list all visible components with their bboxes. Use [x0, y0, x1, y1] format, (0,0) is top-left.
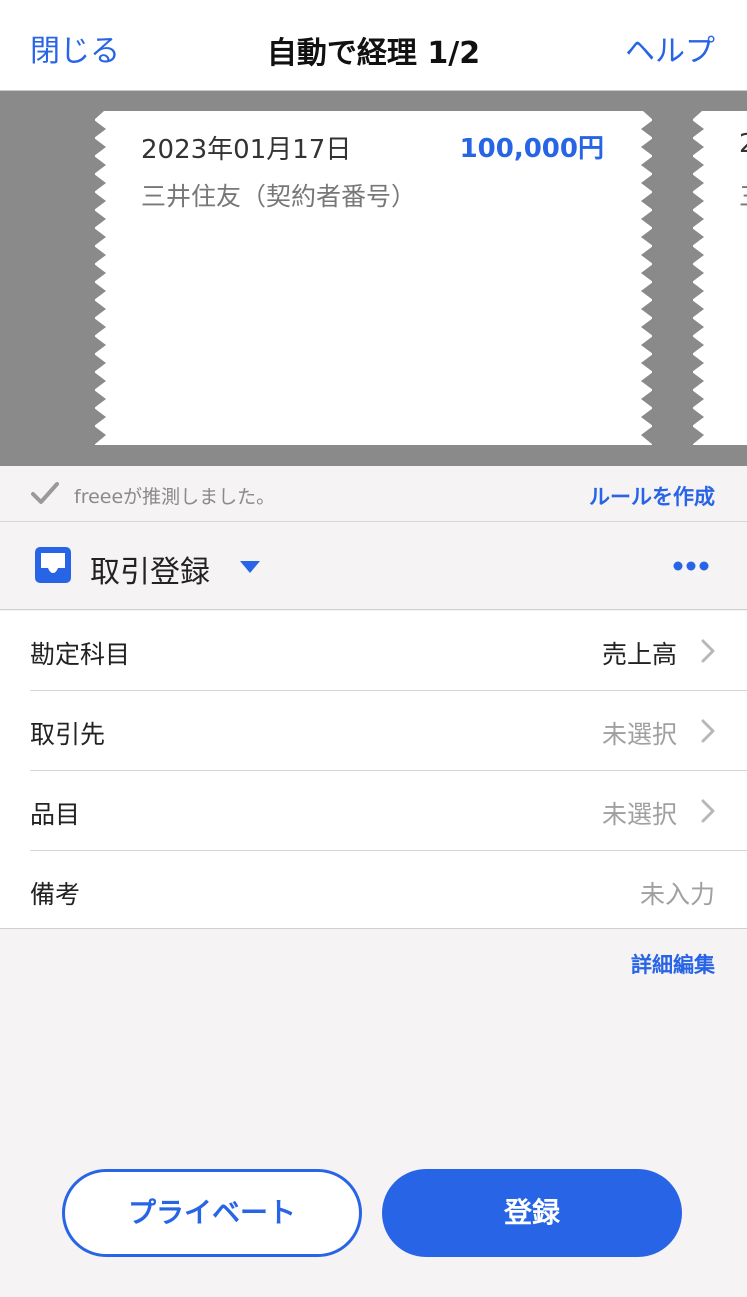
receipt-edge-left	[692, 111, 704, 445]
chevron-right-icon	[701, 799, 715, 823]
chevron-right-icon	[701, 639, 715, 663]
receipt-amount: 100,000円	[459, 134, 604, 164]
row-label: 勘定科目	[30, 640, 131, 669]
guess-text: freeeが推測しました。	[74, 486, 276, 508]
private-button[interactable]: プライベート	[62, 1169, 362, 1257]
receipt-edge-left	[94, 111, 106, 445]
transaction-form: 勘定科目 売上高 取引先 未選択 品目 未選択 備考 未入力	[0, 611, 747, 929]
guess-bar: freeeが推測しました。 ルールを作成	[0, 466, 747, 522]
receipt-carousel[interactable]: 2023年01月17日 100,000円 三井住友（契約者番号） 2 三	[0, 91, 747, 466]
register-button[interactable]: 登録	[382, 1169, 682, 1257]
receipt-card[interactable]: 2023年01月17日 100,000円 三井住友（契約者番号）	[94, 111, 653, 445]
help-button[interactable]: ヘルプ	[625, 26, 715, 70]
more-icon[interactable]	[672, 559, 710, 573]
partner-row[interactable]: 取引先 未選択	[0, 691, 747, 771]
receipt-next-description: 三	[739, 177, 747, 213]
row-value: 売上高	[601, 640, 677, 669]
memo-input[interactable]: 未入力	[640, 875, 715, 911]
row-value: 未選択	[601, 800, 677, 829]
inbox-icon	[35, 547, 71, 583]
caret-down-icon[interactable]	[240, 561, 260, 573]
memo-row[interactable]: 備考 未入力	[0, 851, 747, 931]
receipt-next-date: 2	[739, 129, 747, 159]
row-label: 取引先	[30, 720, 106, 749]
detail-edit-link[interactable]: 詳細編集	[631, 949, 715, 979]
item-row[interactable]: 品目 未選択	[0, 771, 747, 851]
create-rule-link[interactable]: ルールを作成	[589, 481, 715, 511]
transaction-type-label: 取引登録	[90, 555, 210, 590]
check-icon	[31, 482, 59, 504]
account-item-row[interactable]: 勘定科目 売上高	[0, 611, 747, 691]
receipt-card-next[interactable]: 2 三	[692, 111, 747, 445]
receipt-date: 2023年01月17日	[141, 135, 352, 165]
row-label: 備考	[30, 880, 81, 909]
receipt-description: 三井住友（契約者番号）	[141, 182, 417, 211]
transaction-type-selector[interactable]: 取引登録	[0, 523, 747, 610]
row-label: 品目	[30, 800, 81, 829]
row-value: 未選択	[601, 720, 677, 749]
nav-bar: 閉じる 自動で経理 1/2 ヘルプ	[0, 0, 747, 91]
receipt-edge-right	[641, 111, 653, 445]
chevron-right-icon	[701, 719, 715, 743]
